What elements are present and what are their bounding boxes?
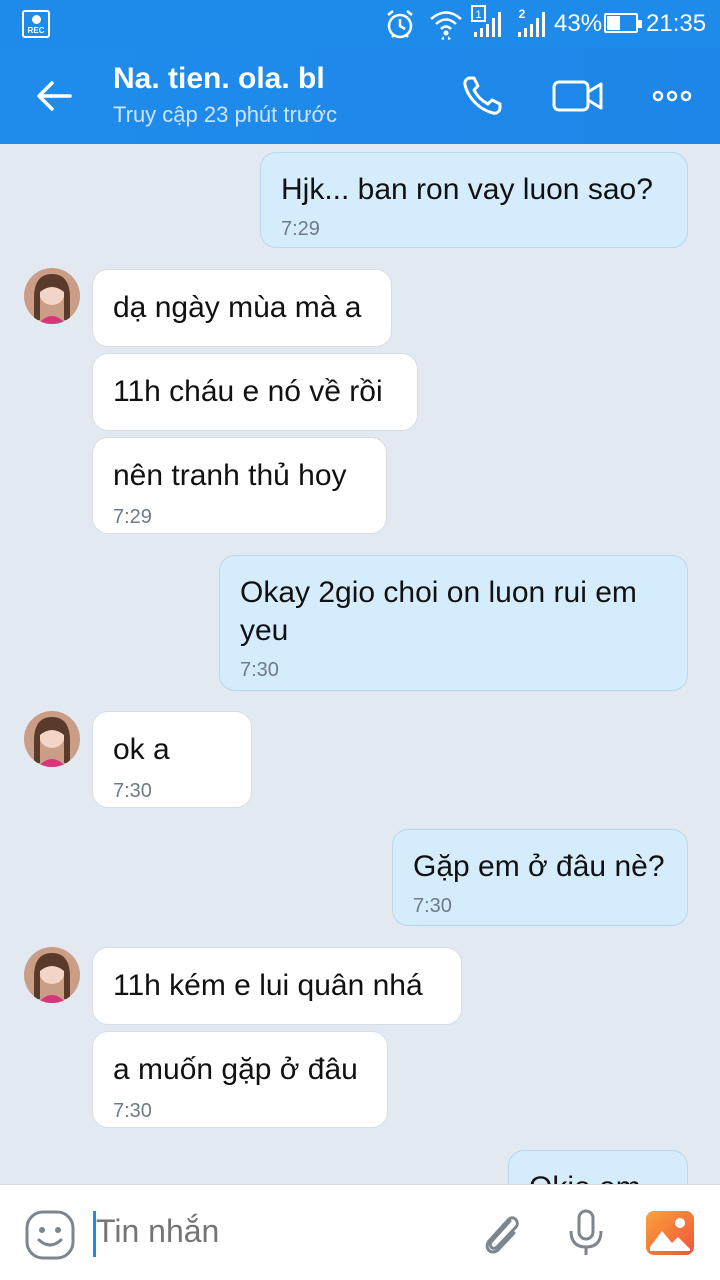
message-time: 7:29 bbox=[281, 218, 320, 240]
status-bar: REC 1 2 43% 21:35 bbox=[0, 0, 720, 48]
emoji-icon[interactable] bbox=[24, 1209, 76, 1261]
more-dots-icon[interactable] bbox=[648, 72, 696, 120]
message-bubble-outgoing[interactable]: Gặp em ở đâu nè? 7:30 bbox=[392, 829, 688, 926]
status-clock: 21:35 bbox=[646, 10, 707, 37]
message-bubble-incoming[interactable]: dạ ngày mùa mà a bbox=[92, 269, 392, 347]
svg-text:2: 2 bbox=[519, 7, 526, 21]
battery-percent: 43% bbox=[554, 10, 603, 37]
message-bubble-incoming[interactable]: ok a 7:30 bbox=[92, 711, 252, 808]
microphone-icon[interactable] bbox=[560, 1207, 612, 1259]
message-bubble-incoming[interactable]: a muốn gặp ở đâu 7:30 bbox=[92, 1031, 388, 1128]
message-bubble-incoming[interactable]: 11h kém e lui quân nhá bbox=[92, 947, 462, 1025]
message-time: 7:30 bbox=[240, 659, 279, 681]
message-bubble-incoming[interactable]: nên tranh thủ hoy 7:29 bbox=[92, 437, 387, 534]
paperclip-icon[interactable] bbox=[476, 1207, 528, 1259]
battery-icon bbox=[604, 13, 642, 33]
alarm-clock-icon bbox=[387, 10, 413, 39]
avatar[interactable] bbox=[24, 711, 80, 767]
avatar[interactable] bbox=[24, 947, 80, 1003]
contact-name[interactable]: Na. tien. ola. bl bbox=[113, 62, 325, 96]
back-arrow-icon[interactable] bbox=[30, 72, 78, 120]
message-bubble-incoming[interactable]: 11h cháu e nó về rồi bbox=[92, 353, 418, 431]
message-time: 7:29 bbox=[113, 506, 152, 528]
image-gallery-icon[interactable] bbox=[644, 1207, 696, 1259]
message-input[interactable] bbox=[96, 1213, 436, 1250]
signal-sim1-icon: 1 bbox=[471, 5, 501, 37]
message-bubble-outgoing[interactable]: Okie em bbox=[508, 1150, 688, 1184]
video-camera-icon[interactable] bbox=[552, 72, 604, 120]
message-time: 7:30 bbox=[113, 1100, 152, 1122]
wifi-icon bbox=[430, 11, 462, 40]
message-time: 7:30 bbox=[113, 780, 152, 802]
svg-text:1: 1 bbox=[475, 9, 481, 21]
message-list[interactable]: Hjk... ban ron vay luon sao? 7:29 dạ ngà… bbox=[0, 144, 720, 1184]
chat-header: Na. tien. ola. bl Truy cập 23 phút trước bbox=[0, 48, 720, 144]
screen-record-icon: REC bbox=[22, 10, 50, 38]
last-seen-status: Truy cập 23 phút trước bbox=[113, 102, 337, 127]
phone-icon[interactable] bbox=[458, 72, 506, 120]
avatar[interactable] bbox=[24, 268, 80, 324]
message-input-bar bbox=[0, 1184, 720, 1280]
signal-sim2-icon: 2 bbox=[518, 7, 545, 37]
message-bubble-outgoing[interactable]: Hjk... ban ron vay luon sao? 7:29 bbox=[260, 152, 688, 248]
message-bubble-outgoing[interactable]: Okay 2gio choi on luon rui em yeu 7:30 bbox=[219, 555, 688, 691]
message-time: 7:30 bbox=[413, 895, 452, 917]
